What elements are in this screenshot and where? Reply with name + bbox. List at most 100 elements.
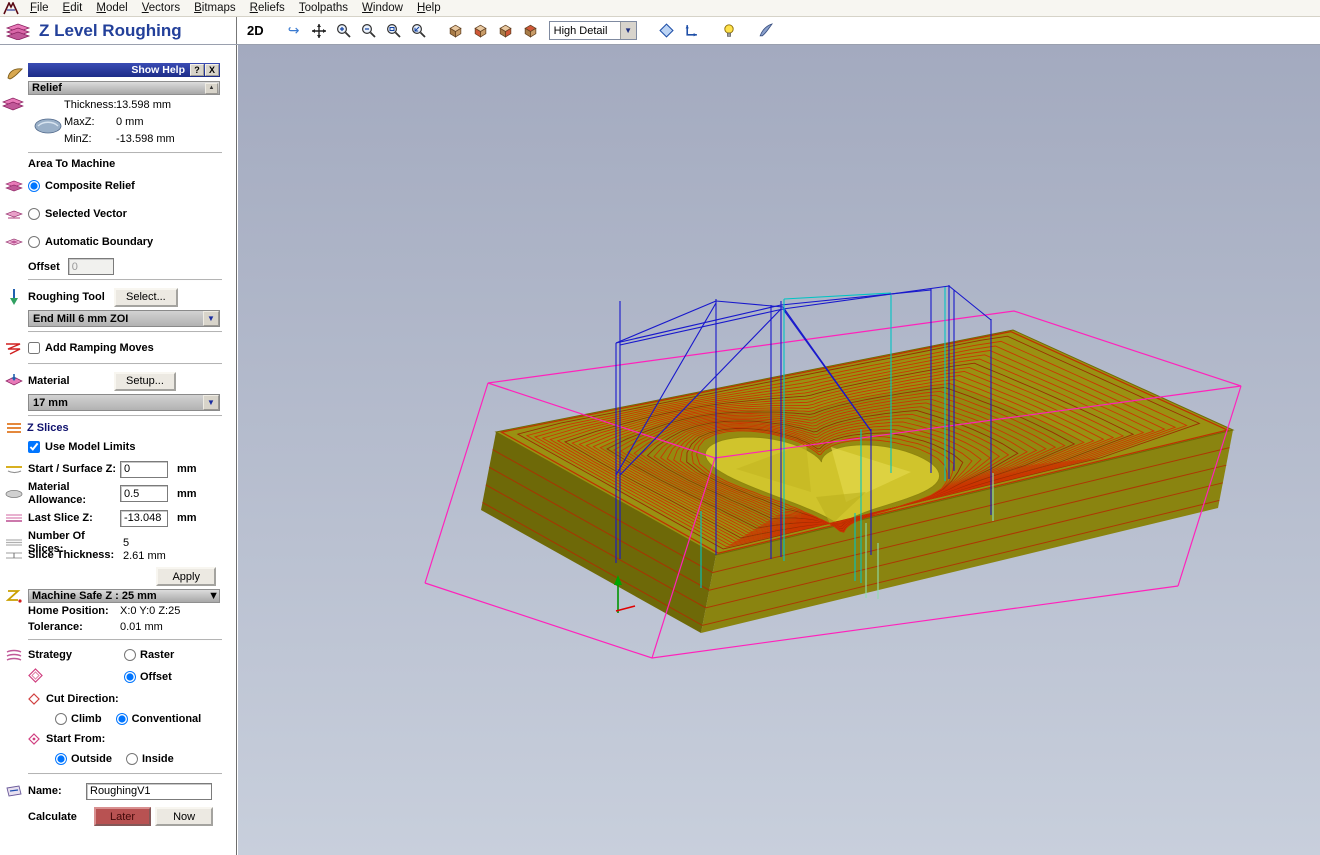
smooth-brush-icon[interactable] [755, 20, 777, 42]
calculate-row: Calculate Later Now [28, 807, 228, 827]
name-label: Name: [28, 785, 62, 798]
cut-direction-label: Cut Direction: [46, 693, 119, 706]
automatic-boundary-radio[interactable] [28, 236, 40, 248]
view-top-icon[interactable] [520, 20, 542, 42]
menu-window[interactable]: Window [355, 1, 410, 15]
inside-radio[interactable] [125, 753, 138, 766]
allowance-input[interactable] [120, 485, 168, 503]
axes-toggle-icon[interactable] [681, 20, 703, 42]
offset-row: Offset [28, 258, 228, 275]
zoom-extents-icon[interactable] [408, 20, 430, 42]
pan-icon[interactable] [308, 20, 330, 42]
menu-toolpaths[interactable]: Toolpaths [292, 1, 355, 15]
panel-title-zone: Z Level Roughing [0, 17, 237, 44]
slice-thickness-value: 2.61 mm [123, 549, 166, 562]
separator [28, 415, 222, 417]
view-front-icon[interactable] [470, 20, 492, 42]
zoom-window-icon[interactable] [383, 20, 405, 42]
tool-select-button[interactable]: Select... [114, 287, 178, 307]
chevron-down-icon[interactable]: ▼ [208, 590, 219, 602]
tool-dropdown[interactable]: End Mill 6 mm ZOI ▼ [28, 310, 220, 327]
outside-radio[interactable] [55, 753, 67, 766]
use-model-limits-checkbox[interactable] [28, 441, 40, 453]
shading-toggle-icon[interactable] [656, 20, 678, 42]
strategy-row: Strategy Raster [0, 645, 228, 665]
ramping-row: Add Ramping Moves [0, 337, 228, 359]
material-dropdown-value: 17 mm [33, 396, 68, 409]
allowance-row: Material Allowance: mm [0, 481, 228, 506]
separator [28, 279, 222, 281]
chevron-down-icon[interactable]: ▼ [203, 395, 219, 410]
viewport-3d[interactable] [238, 45, 1320, 855]
home-position-value: X:0 Y:0 Z:25 [120, 605, 181, 618]
num-slices-row: Number Of Slices: 5 [0, 530, 228, 555]
tolerance-row: Tolerance: 0.01 mm [0, 619, 228, 635]
thickness-row: Thickness: 13.598 mm [64, 97, 228, 114]
calculate-later-button[interactable]: Later [94, 807, 152, 827]
z-slices-title: Z Slices [27, 422, 69, 434]
composite-relief-radio[interactable] [28, 180, 40, 192]
num-slices-icon [6, 539, 22, 547]
collapse-up-icon[interactable]: ▲ [205, 82, 218, 94]
last-slice-row: Last Slice Z: mm [0, 506, 228, 530]
selected-vector-row: Selected Vector [0, 200, 228, 228]
climb-radio[interactable] [55, 713, 67, 726]
toolbar-separator [746, 20, 748, 41]
z-level-roughing-panel: Show Help ? X Relief ▲ Thickness: 13.598… [0, 45, 237, 855]
view-side-icon[interactable] [495, 20, 517, 42]
menu-model[interactable]: Model [89, 1, 134, 15]
light-bulb-icon[interactable] [718, 20, 740, 42]
apply-button[interactable]: Apply [156, 567, 216, 587]
composite-relief-icon [5, 180, 23, 191]
name-input[interactable] [86, 782, 212, 800]
selected-vector-icon [5, 210, 23, 218]
menu-edit[interactable]: Edit [56, 1, 90, 15]
material-icon [5, 374, 23, 386]
menu-vectors[interactable]: Vectors [135, 1, 187, 15]
detail-dropdown-value: High Detail [553, 24, 608, 37]
add-ramping-checkbox[interactable] [28, 342, 40, 354]
gold-tool-icon [7, 68, 23, 80]
zoom-out-icon[interactable] [358, 20, 380, 42]
conventional-radio[interactable] [115, 713, 128, 726]
num-slices-value: 5 [123, 536, 130, 549]
selected-vector-radio[interactable] [28, 208, 40, 220]
chevron-down-icon[interactable]: ▼ [203, 311, 219, 326]
outside-label: Outside [71, 753, 112, 766]
offset-radio[interactable] [124, 671, 136, 684]
maxz-label: MaxZ: [64, 116, 95, 128]
menu-file[interactable]: File [23, 1, 56, 15]
tool-dropdown-value: End Mill 6 mm ZOI [33, 312, 129, 325]
thickness-value: 13.598 mm [116, 99, 172, 111]
last-slice-input[interactable] [120, 509, 168, 527]
offset-strategy-label: Offset [140, 671, 172, 684]
detail-dropdown[interactable]: High Detail ▼ [548, 21, 637, 40]
chevron-down-icon[interactable]: ▼ [619, 22, 636, 39]
previous-view-icon[interactable]: ↪ [283, 20, 305, 42]
toolpath-preview-canvas[interactable] [238, 45, 1320, 855]
menu-reliefs[interactable]: Reliefs [243, 1, 292, 15]
material-setup-button[interactable]: Setup... [114, 371, 176, 391]
calculate-now-button[interactable]: Now [155, 807, 214, 827]
start-z-input[interactable] [120, 460, 168, 478]
help-button[interactable]: ? [190, 64, 204, 76]
last-slice-icon [6, 514, 22, 523]
offset-input[interactable] [67, 258, 114, 275]
show-help-link[interactable]: Show Help [28, 64, 190, 76]
composite-relief-row: Composite Relief [0, 172, 228, 200]
close-icon[interactable]: X [205, 64, 219, 76]
material-dropdown[interactable]: 17 mm ▼ [28, 394, 220, 411]
menu-bitmaps[interactable]: Bitmaps [187, 1, 243, 15]
zoom-in-icon[interactable] [333, 20, 355, 42]
tolerance-label: Tolerance: [28, 620, 83, 633]
relief-info-block: Thickness: 13.598 mm MaxZ: 0 mm MinZ: -1… [0, 97, 228, 148]
menu-help[interactable]: Help [410, 1, 448, 15]
composite-relief-label: Composite Relief [45, 180, 135, 192]
view-iso-icon[interactable] [445, 20, 467, 42]
raster-radio[interactable] [124, 649, 136, 662]
home-position-label: Home Position: [28, 604, 109, 617]
safe-z-icon [6, 590, 22, 603]
safe-z-dropdown[interactable]: Machine Safe Z : 25 mm ▼ [28, 589, 220, 604]
mode-2d-label[interactable]: 2D [247, 23, 264, 38]
slice-thickness-label: Slice Thickness: [28, 549, 115, 562]
